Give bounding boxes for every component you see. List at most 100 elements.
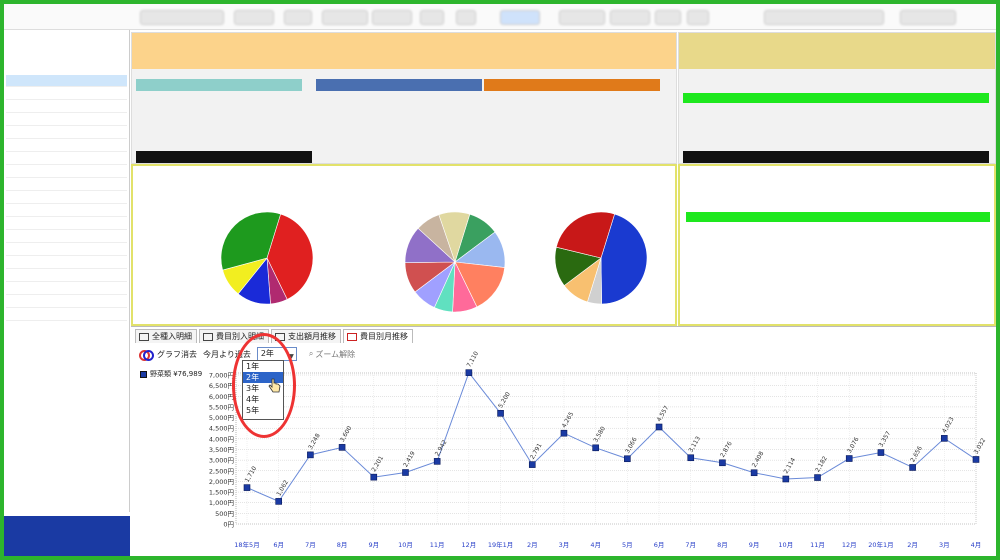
- list-item[interactable]: [6, 114, 127, 126]
- toolbar-button[interactable]: [500, 10, 540, 25]
- data-point: [909, 464, 916, 471]
- list-item[interactable]: [6, 166, 127, 178]
- pie-chart: [404, 211, 506, 313]
- data-label: 2,408: [751, 450, 766, 469]
- y-tick-label: 500円: [215, 510, 234, 518]
- left-header: [4, 30, 129, 74]
- toolbar-button[interactable]: [420, 10, 444, 25]
- x-tick-label: 9月: [749, 541, 760, 549]
- highlight-row: [686, 212, 990, 222]
- data-point: [877, 449, 885, 456]
- series-line: [246, 371, 977, 503]
- list-item[interactable]: [6, 244, 127, 256]
- column-header: [484, 79, 660, 91]
- list-item[interactable]: [6, 192, 127, 204]
- legend-swatch: [140, 370, 147, 378]
- data-label: 3,357: [878, 430, 893, 449]
- y-tick-label: 0円: [223, 521, 234, 529]
- list-item[interactable]: [6, 309, 127, 321]
- list-item[interactable]: [6, 231, 127, 243]
- toolbar-button[interactable]: [900, 10, 956, 25]
- y-tick-label: 4,000円: [209, 435, 234, 443]
- x-tick-label: 4月: [971, 541, 982, 549]
- x-tick-label: 5月: [622, 541, 633, 549]
- data-label: 3,032: [973, 437, 988, 456]
- data-point: [814, 474, 821, 481]
- data-label: 4,265: [561, 411, 576, 430]
- ranking-panel-header: [679, 33, 995, 69]
- detail-panel: [678, 164, 996, 326]
- plot-frame: [235, 372, 977, 525]
- toolbar-button[interactable]: [372, 10, 412, 25]
- data-label: 2,656: [909, 445, 924, 464]
- y-tick-label: 1,500円: [209, 489, 234, 497]
- list-item[interactable]: [6, 127, 127, 139]
- column-header: [136, 79, 302, 91]
- data-label: 2,791: [529, 442, 544, 461]
- list-item[interactable]: [6, 218, 127, 230]
- y-tick-label: 3,500円: [209, 446, 234, 454]
- pie-chart: [554, 211, 648, 305]
- period-option[interactable]: 4年: [243, 394, 283, 405]
- data-label: 5,200: [497, 391, 512, 410]
- data-label: 3,600: [339, 425, 354, 444]
- toolbar-button[interactable]: [655, 10, 681, 25]
- data-point: [307, 451, 314, 459]
- x-tick-label: 4月: [590, 541, 601, 549]
- budget-panel-header: [132, 33, 676, 69]
- data-point: [433, 458, 441, 465]
- data-point: [719, 459, 726, 467]
- y-tick-label: 5,500円: [209, 403, 234, 411]
- total-bar: [683, 151, 989, 163]
- list-item[interactable]: [6, 179, 127, 191]
- data-point: [687, 454, 695, 462]
- list-item[interactable]: [6, 270, 127, 282]
- list-item[interactable]: [6, 205, 127, 217]
- toolbar-button[interactable]: [764, 10, 884, 25]
- toolbar-button[interactable]: [284, 10, 312, 25]
- data-point: [624, 455, 631, 463]
- list-item[interactable]: [6, 88, 127, 100]
- data-point: [243, 484, 251, 491]
- total-bar: [136, 151, 312, 163]
- list-item[interactable]: [6, 153, 127, 165]
- x-tick-label: 10月: [398, 541, 413, 549]
- chart-legend: 野菜類 ¥76,989: [140, 369, 202, 379]
- list-item[interactable]: [6, 101, 127, 113]
- x-tick-label: 20年1月: [868, 540, 893, 549]
- data-point: [845, 455, 853, 462]
- x-tick-label: 2月: [527, 541, 538, 549]
- x-tick-label: 11月: [810, 541, 825, 549]
- list-item[interactable]: [6, 75, 127, 87]
- data-point: [560, 429, 568, 437]
- x-tick-label: 8月: [717, 541, 728, 549]
- data-label: 3,113: [687, 435, 702, 454]
- x-tick-label: 12月: [461, 541, 476, 549]
- x-tick-label: 3月: [559, 541, 570, 549]
- toolbar-button[interactable]: [322, 10, 368, 25]
- toolbar-button[interactable]: [234, 10, 274, 25]
- toolbar-button[interactable]: [687, 10, 709, 25]
- data-point: [402, 469, 409, 476]
- toolbar-button[interactable]: [140, 10, 224, 25]
- x-tick-label: 2月: [907, 541, 918, 549]
- list-item[interactable]: [6, 296, 127, 308]
- list-item[interactable]: [6, 257, 127, 269]
- left-account-list: [4, 30, 130, 512]
- data-point: [782, 475, 790, 483]
- period-option[interactable]: 1年: [243, 361, 283, 372]
- data-point: [465, 369, 473, 376]
- x-tick-label: 19年1月: [488, 540, 513, 549]
- data-point: [497, 410, 504, 417]
- list-item[interactable]: [6, 140, 127, 152]
- pie-chart: [220, 211, 314, 305]
- y-tick-label: 2,000円: [209, 478, 234, 486]
- list-item[interactable]: [6, 283, 127, 295]
- toolbar-button[interactable]: [456, 10, 476, 25]
- toolbar-button[interactable]: [610, 10, 650, 25]
- x-tick-label: 10月: [778, 541, 793, 549]
- y-tick-label: 7,000円: [209, 372, 234, 380]
- period-option[interactable]: 5年: [243, 405, 283, 416]
- y-tick-label: 6,000円: [209, 393, 234, 401]
- toolbar-button[interactable]: [559, 10, 605, 25]
